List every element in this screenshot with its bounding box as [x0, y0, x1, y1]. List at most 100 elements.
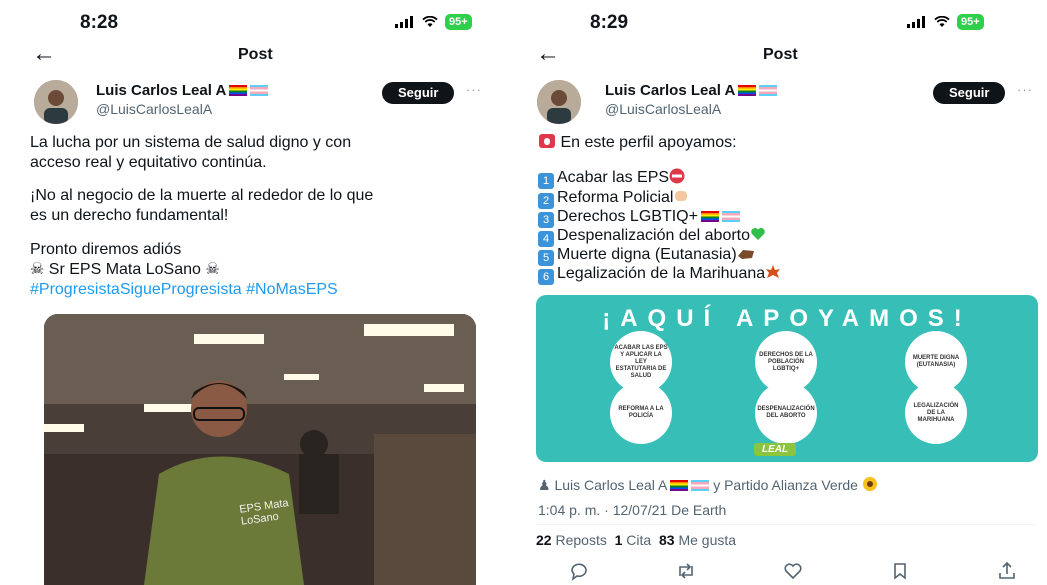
skull-icon: ☠	[205, 261, 220, 278]
post-text-line: La lucha por un sistema de salud digno y…	[30, 134, 352, 151]
infographic-title: ¡AQUÍ APOYAMOS!	[602, 305, 972, 332]
coauthor-primary: Luis Carlos Leal A	[554, 477, 668, 493]
author-name[interactable]: Luis Carlos Leal A	[96, 82, 269, 99]
avatar[interactable]	[34, 80, 78, 124]
infographic-image[interactable]: ¡AQUÍ APOYAMOS! ACABAR LAS EPS Y APLICAR…	[536, 295, 1038, 462]
coauthors-line[interactable]: ♟ Luis Carlos Leal A y Partido Alianza V…	[538, 476, 878, 495]
number-badge-icon: 6	[538, 269, 554, 285]
post-timestamp: 1:04 p. m. · 12/07/21 De Earth	[538, 502, 727, 518]
share-icon[interactable]	[996, 560, 1018, 582]
page-title: Post	[238, 46, 273, 63]
siren-icon	[538, 133, 556, 155]
author-name-text: Luis Carlos Leal A	[605, 82, 736, 99]
coauthor-secondary: y Partido Alianza Verde	[713, 477, 858, 493]
post-text-span: Sr EPS Mata LoSano	[48, 261, 201, 278]
back-arrow-icon[interactable]: ←	[536, 42, 560, 66]
list-item: 6 Legalización de la Marihuana	[538, 264, 781, 286]
avatar-photo	[34, 80, 78, 124]
follow-button[interactable]: Seguir	[933, 82, 1006, 104]
trans-flag-icon	[721, 211, 740, 222]
wifi-icon	[934, 16, 950, 27]
rainbow-flag-icon	[229, 85, 248, 96]
circle-label: MUERTE DIGNA (EUTANASIA)	[912, 355, 960, 368]
quotes-label[interactable]: Cita	[626, 532, 651, 548]
skull-icon: ☠	[30, 261, 45, 278]
photo-scene	[44, 314, 476, 585]
list-item: 3 Derechos LGBTIQ+	[538, 207, 740, 228]
trans-flag-icon	[250, 85, 269, 96]
status-bar: 8:28 95+	[0, 10, 520, 34]
post-text-line: acceso real y equitativo continúa.	[30, 154, 267, 171]
signal-icon	[907, 16, 925, 28]
status-icons: 95+	[907, 14, 984, 30]
trans-flag-icon	[759, 85, 778, 96]
left-post-screenshot: 8:28 95+ ← Post Luis Carlos Leal A @Luis…	[0, 0, 520, 585]
more-options-icon[interactable]: ···	[466, 82, 482, 97]
signal-icon	[395, 16, 413, 28]
author-handle[interactable]: @LuisCarlosLealA	[605, 101, 721, 117]
hashtags-link[interactable]: #ProgresistaSigueProgresista #NoMasEPS	[30, 280, 338, 300]
right-post-screenshot: 8:29 95+ ← Post Luis Carlos Leal A @Luis…	[520, 0, 1047, 585]
follow-button[interactable]: Seguir	[382, 82, 455, 104]
engagement-stats: 22 Reposts 1 Cita 83 Me gusta	[536, 532, 736, 548]
reply-icon[interactable]	[568, 560, 590, 582]
leal-logo: LEAL	[754, 443, 797, 456]
likes-label[interactable]: Me gusta	[678, 532, 736, 548]
back-arrow-icon[interactable]: ←	[32, 42, 56, 66]
list-item-text: Acabar las EPS	[557, 169, 670, 186]
list-item-text: Legalización de la Marihuana	[557, 265, 766, 282]
list-item-text: Reforma Policial	[557, 189, 674, 206]
circle-label: DESPENALIZACIÓN DEL ABORTO	[757, 406, 815, 419]
rainbow-flag-icon	[700, 211, 719, 222]
post-text-line: ☠ Sr EPS Mata LoSano ☠	[30, 260, 220, 280]
post-text-line: En este perfil apoyamos:	[538, 133, 737, 155]
post-text-line: ¡No al negocio de la muerte al rededor d…	[30, 187, 374, 204]
like-icon[interactable]	[782, 560, 804, 582]
rainbow-flag-icon	[670, 480, 689, 491]
list-item-text: Derechos LGBTIQ+	[557, 208, 698, 225]
list-item-text: Despenalización del aborto	[557, 227, 751, 244]
avatar-photo	[537, 80, 581, 124]
circle-label: ACABAR LAS EPS Y APLICAR LA LEY ESTATUTA…	[614, 344, 668, 379]
post-text-span: En este perfil apoyamos:	[560, 134, 737, 151]
trans-flag-icon	[691, 480, 710, 491]
list-item: 1 Acabar las EPS	[538, 168, 685, 190]
status-bar: 8:29 95+	[520, 10, 1047, 34]
wifi-icon	[422, 16, 438, 27]
list-item-text: Muerte digna (Eutanasia)	[557, 246, 737, 263]
circle-label: LEGALIZACIÓN DE LA MARIHUANA	[913, 402, 959, 423]
circle-item: REFORMA A LA POLICÍA	[610, 382, 672, 444]
circle-item: DESPENALIZACIÓN DEL ABORTO	[755, 382, 817, 444]
post-text-line: Pronto diremos adiós	[30, 241, 182, 258]
action-bar	[568, 560, 1018, 582]
repost-icon[interactable]	[675, 560, 697, 582]
quotes-count: 1	[614, 532, 623, 548]
author-handle[interactable]: @LuisCarlosLealA	[96, 101, 212, 117]
status-time: 8:29	[590, 12, 629, 33]
reposts-label[interactable]: Reposts	[555, 532, 606, 548]
number-badge-icon: 1	[538, 173, 554, 189]
circle-label: DERECHOS DE LA POBLACIÓN LGBTIQ+	[759, 351, 813, 372]
author-name-text: Luis Carlos Leal A	[96, 82, 227, 99]
page-title: Post	[763, 46, 798, 63]
circle-label: REFORMA A LA POLICÍA	[618, 406, 664, 419]
status-time: 8:28	[80, 12, 119, 33]
no-entry-icon	[669, 168, 685, 190]
reposts-count: 22	[536, 532, 552, 548]
divider	[536, 524, 1036, 525]
battery-indicator: 95+	[445, 14, 472, 30]
battery-indicator: 95+	[957, 14, 984, 30]
person-icon: ♟	[538, 477, 551, 493]
more-options-icon[interactable]: ···	[1017, 82, 1033, 97]
status-icons: 95+	[395, 14, 472, 30]
rainbow-flag-icon	[738, 85, 757, 96]
circle-item: LEGALIZACIÓN DE LA MARIHUANA	[905, 382, 967, 444]
sunflower-icon	[862, 476, 878, 495]
likes-count: 83	[658, 532, 675, 548]
avatar[interactable]	[537, 80, 581, 124]
author-name[interactable]: Luis Carlos Leal A	[605, 82, 778, 99]
post-text-line: es un derecho fundamental!	[30, 207, 229, 224]
maple-leaf-icon	[765, 264, 781, 286]
post-photo[interactable]: EPS Mata LoSano	[44, 314, 476, 585]
bookmark-icon[interactable]	[889, 560, 911, 582]
